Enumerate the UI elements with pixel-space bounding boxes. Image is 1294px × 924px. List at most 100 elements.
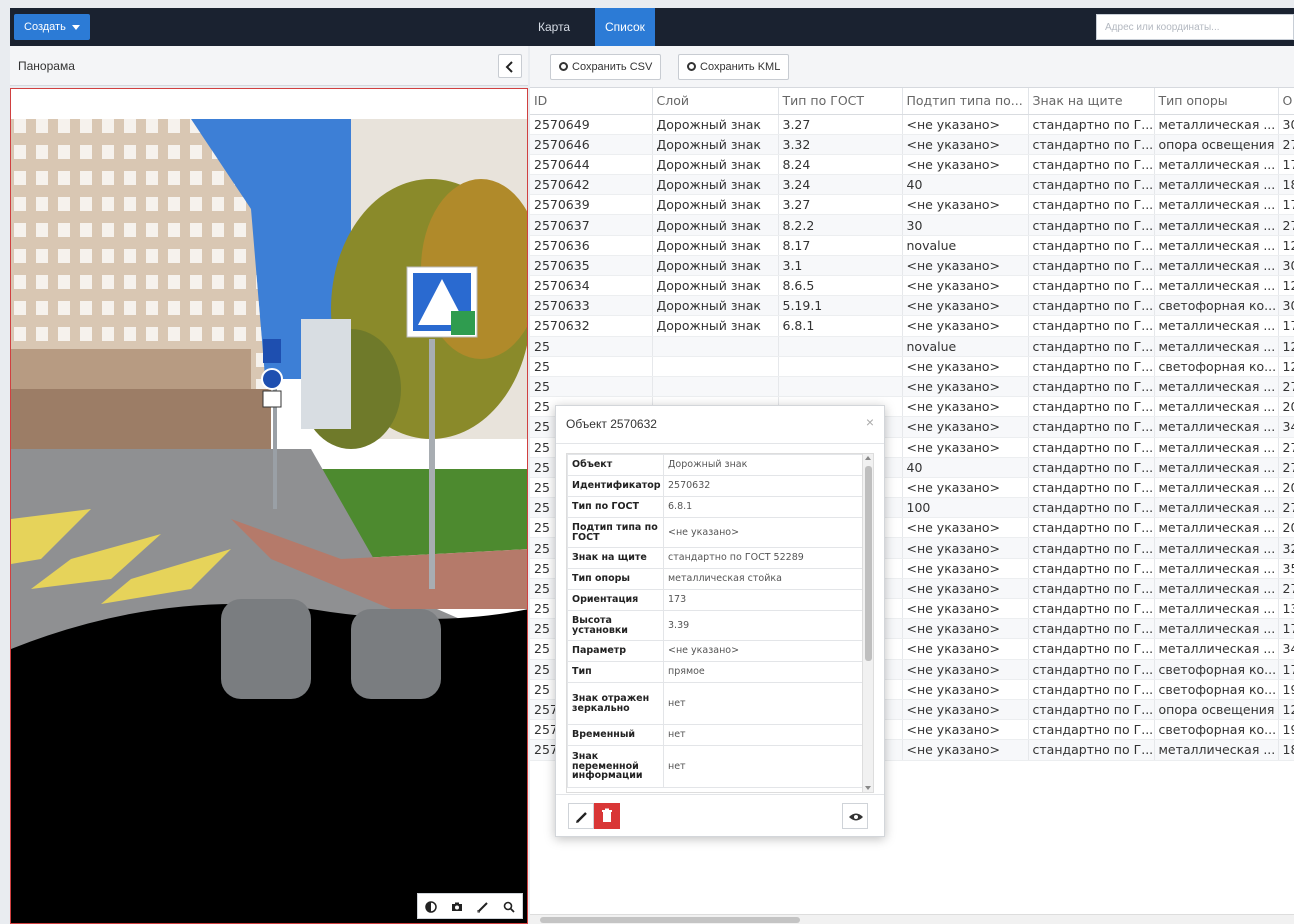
table-row[interactable]: 2570636 Дорожный знак 8.17 novalue стандартн… (530, 235, 1294, 256)
table-cell: стандартно по Г... (1028, 396, 1155, 418)
column-header[interactable]: Знак на щите (1028, 88, 1155, 115)
scroll-down-icon[interactable] (865, 786, 871, 790)
ruler-icon (477, 902, 488, 913)
table-cell: <не указано> (902, 134, 1029, 155)
collapse-panel-button[interactable] (498, 54, 522, 78)
table-cell: 8.24 (778, 154, 903, 176)
camera-icon (452, 902, 462, 911)
table-cell: 17 (1278, 659, 1294, 680)
table-cell: стандартно по Г... (1028, 497, 1155, 519)
column-header[interactable]: Тип опоры (1154, 88, 1279, 115)
table-cell: 2570633 (530, 295, 653, 317)
property-value: <не указано> (663, 640, 865, 662)
table-row[interactable]: 2570644 Дорожный знак 8.24 <не указано> стан… (530, 154, 1294, 176)
table-cell: 17 (1278, 618, 1294, 640)
close-icon[interactable]: × (866, 414, 874, 430)
property-key: Знак на щите (567, 547, 664, 569)
horizontal-scrollbar[interactable] (530, 914, 1294, 924)
table-cell: 20 (1278, 517, 1294, 539)
property-row: Тип опоры металлическая стойка (567, 568, 865, 590)
table-cell: 35 (1278, 558, 1294, 579)
table-cell: 12 (1278, 699, 1294, 721)
table-cell: металлическая ... (1154, 457, 1279, 478)
table-row[interactable]: 2570634 Дорожный знак 8.6.5 <не указано> ста… (530, 275, 1294, 297)
table-cell: Дорожный знак (652, 154, 779, 176)
table-cell: 12 (1278, 275, 1294, 297)
table-cell: металлическая ... (1154, 477, 1279, 499)
table-cell: металлическая ... (1154, 497, 1279, 519)
table-cell (778, 356, 903, 377)
column-header[interactable]: ID (530, 88, 653, 115)
edit-button[interactable] (568, 803, 594, 829)
table-cell: стандартно по Г... (1028, 275, 1155, 297)
table-cell: 8.2.2 (778, 214, 903, 236)
zoom-button[interactable] (496, 894, 522, 918)
save-csv-button[interactable]: Сохранить CSV (550, 54, 662, 80)
table-row[interactable]: 2570649 Дорожный знак 3.27 <не указано> стан… (530, 114, 1294, 135)
table-cell: 6.8.1 (778, 315, 903, 337)
table-cell: <не указано> (902, 618, 1029, 640)
table-row[interactable]: 25 <не указано> стандартно по Г... светофор… (530, 356, 1294, 377)
table-header-row: ID Слой Тип по ГОСТ Подтип типа по... Знак н… (530, 88, 1294, 115)
scroll-up-icon[interactable] (865, 456, 871, 460)
table-cell: стандартно по Г... (1028, 255, 1155, 277)
table-cell: стандартно по Г... (1028, 235, 1155, 256)
table-row[interactable]: 2570637 Дорожный знак 8.2.2 30 стандартно по… (530, 214, 1294, 236)
delete-button[interactable] (594, 803, 620, 829)
table-cell: стандартно по Г... (1028, 336, 1155, 357)
panorama-view[interactable] (10, 88, 528, 924)
scrollbar-thumb[interactable] (865, 466, 872, 661)
property-value: нет (663, 724, 865, 746)
contrast-button[interactable] (418, 894, 444, 918)
table-cell: опора освещения (1154, 699, 1279, 721)
table-row[interactable]: 2570632 Дорожный знак 6.8.1 <не указано> ста… (530, 315, 1294, 337)
tab-map[interactable]: Карта (528, 8, 580, 46)
table-cell (778, 376, 903, 398)
save-csv-label: Сохранить CSV (572, 61, 653, 73)
table-row[interactable]: 2570639 Дорожный знак 3.27 <не указано> стан… (530, 194, 1294, 216)
table-cell: <не указано> (902, 396, 1029, 418)
table-row[interactable]: 2570642 Дорожный знак 3.24 40 стандартно по … (530, 174, 1294, 196)
table-cell (652, 336, 779, 357)
column-header[interactable]: Подтип типа по... (902, 88, 1029, 115)
table-cell: 27 (1278, 497, 1294, 519)
tab-list[interactable]: Список (595, 8, 655, 46)
table-cell: стандартно по Г... (1028, 558, 1155, 579)
create-button[interactable]: Создать (14, 14, 90, 40)
column-header[interactable]: О (1278, 88, 1294, 115)
table-row[interactable]: 2570646 Дорожный знак 3.32 <не указано> стан… (530, 134, 1294, 155)
table-cell: <не указано> (902, 517, 1029, 539)
save-kml-button[interactable]: Сохранить KML (678, 54, 790, 80)
table-cell: стандартно по Г... (1028, 154, 1155, 176)
table-cell: 2570646 (530, 134, 653, 155)
table-cell: 27 (1278, 214, 1294, 236)
view-button[interactable] (842, 803, 868, 829)
table-cell: стандартно по Г... (1028, 537, 1155, 559)
table-cell: светофорная ко... (1154, 719, 1279, 741)
property-key: Знак отражен зеркально (567, 682, 664, 725)
address-search-input[interactable] (1096, 14, 1294, 40)
table-cell: <не указано> (902, 416, 1029, 438)
column-header[interactable]: Слой (652, 88, 779, 115)
property-value: металлическая стойка (663, 568, 865, 590)
column-header[interactable]: Тип по ГОСТ (778, 88, 903, 115)
table-cell: металлическая ... (1154, 598, 1279, 620)
camera-button[interactable] (444, 894, 470, 918)
table-cell: <не указано> (902, 275, 1029, 297)
property-key: Параметр (567, 640, 664, 662)
table-cell: 25 (530, 376, 653, 398)
panorama-title: Панорама (18, 59, 75, 73)
table-cell: 5.19.1 (778, 295, 903, 317)
property-value: 3.39 (663, 610, 865, 641)
ruler-button[interactable] (470, 894, 496, 918)
property-key: Подтип типа по ГОСТ (567, 517, 664, 548)
table-cell: 2570634 (530, 275, 653, 297)
scrollbar-thumb[interactable] (540, 917, 800, 923)
table-row[interactable]: 2570635 Дорожный знак 3.1 <не указано> станд… (530, 255, 1294, 277)
table-row[interactable]: 2570633 Дорожный знак 5.19.1 <не указано> ст… (530, 295, 1294, 317)
table-row[interactable]: 25 <не указано> стандартно по Г... металлич… (530, 376, 1294, 398)
popup-vertical-scrollbar[interactable] (862, 453, 874, 793)
table-cell: <не указано> (902, 437, 1029, 458)
table-cell: Дорожный знак (652, 214, 779, 236)
table-row[interactable]: 25 novalue стандартно по Г... металлическая… (530, 336, 1294, 357)
